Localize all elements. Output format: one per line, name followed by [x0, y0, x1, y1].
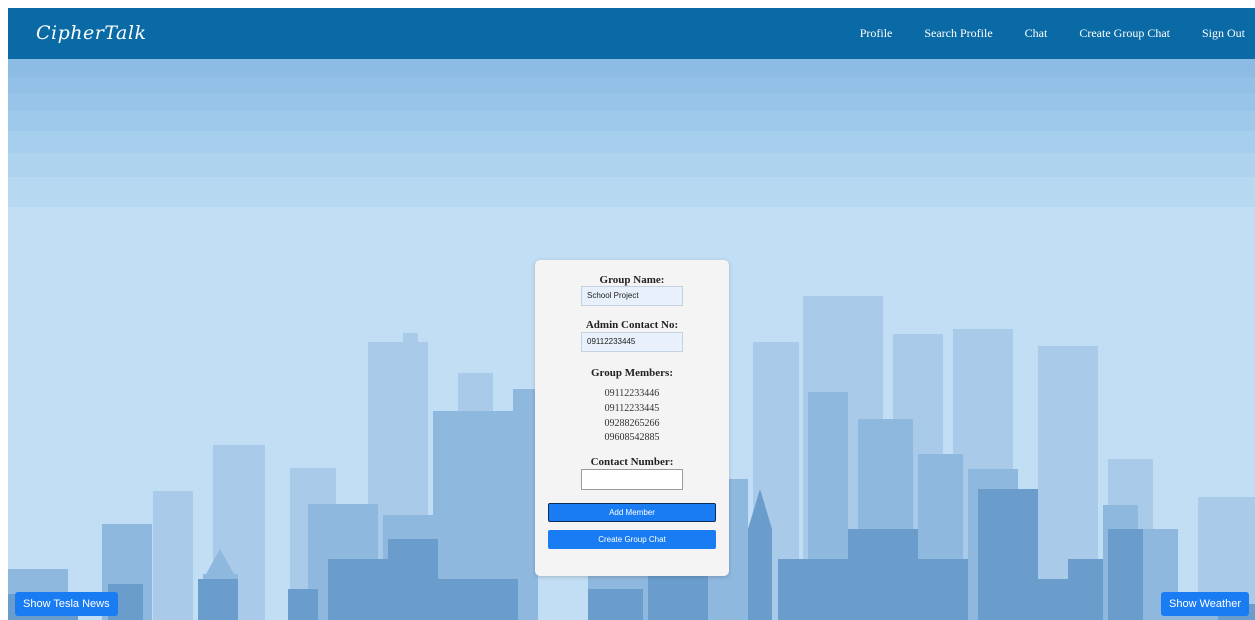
nav-link-create-group-chat[interactable]: Create Group Chat [1079, 26, 1170, 41]
navbar: CipherTalk Profile Search Profile Chat C… [8, 8, 1255, 59]
brand-logo[interactable]: CipherTalk [36, 22, 146, 44]
contact-number-input[interactable] [581, 469, 683, 490]
nav-link-sign-out[interactable]: Sign Out [1202, 26, 1245, 41]
member-item: 09112233445 [604, 403, 660, 414]
nav-link-profile[interactable]: Profile [860, 26, 893, 41]
group-name-label: Group Name: [599, 274, 665, 286]
create-group-form: Group Name: School Project Admin Contact… [535, 260, 729, 576]
admin-contact-label: Admin Contact No: [585, 319, 679, 331]
group-name-input[interactable]: School Project [581, 286, 683, 306]
member-item: 09608542885 [604, 432, 660, 443]
nav-links: Profile Search Profile Chat Create Group… [860, 8, 1255, 59]
show-tesla-news-button[interactable]: Show Tesla News [15, 592, 118, 616]
add-member-button[interactable]: Add Member [548, 503, 716, 522]
member-item: 09288265266 [604, 418, 660, 429]
city-skyline-background: Group Name: School Project Admin Contact… [8, 59, 1255, 620]
admin-contact-input[interactable]: 09112233445 [581, 332, 683, 352]
contact-number-label: Contact Number: [590, 456, 674, 468]
nav-link-chat[interactable]: Chat [1025, 26, 1048, 41]
show-weather-button[interactable]: Show Weather [1161, 592, 1249, 616]
group-members-label: Group Members: [591, 367, 673, 379]
member-item: 09112233446 [604, 388, 660, 399]
nav-link-search-profile[interactable]: Search Profile [924, 26, 992, 41]
create-group-chat-button[interactable]: Create Group Chat [548, 530, 716, 549]
app-frame: CipherTalk Profile Search Profile Chat C… [8, 8, 1255, 620]
